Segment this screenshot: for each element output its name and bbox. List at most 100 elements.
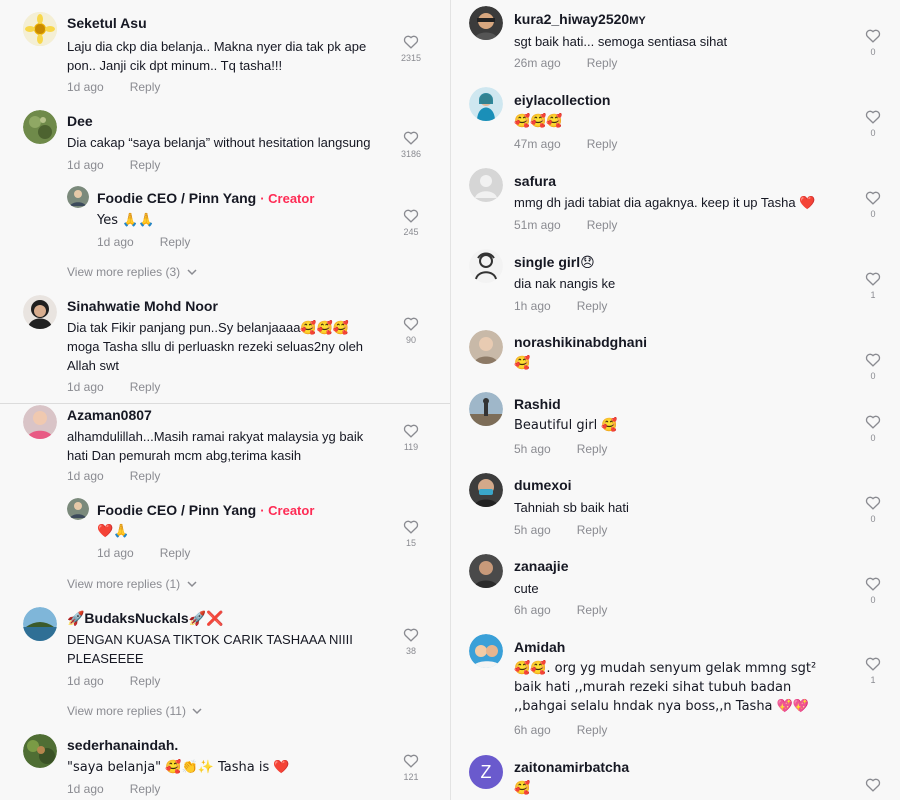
like-button[interactable]: 90 bbox=[401, 316, 421, 345]
like-count: 90 bbox=[405, 335, 416, 345]
comment-text: 🥰🥰🥰 bbox=[514, 114, 563, 129]
like-count: 1 bbox=[870, 290, 876, 300]
comment-meta: 1d ago Reply bbox=[67, 782, 160, 796]
comment-time: 6h ago bbox=[514, 603, 551, 617]
like-button[interactable]: 15 bbox=[401, 519, 421, 548]
reply-button[interactable]: Reply bbox=[587, 56, 618, 70]
reply-button[interactable]: Reply bbox=[130, 80, 161, 94]
username[interactable]: eiylacollection bbox=[514, 92, 610, 108]
heart-outline-icon bbox=[865, 415, 881, 429]
reply-button[interactable]: Reply bbox=[577, 723, 608, 737]
avatar[interactable] bbox=[469, 330, 503, 364]
heart-outline-icon bbox=[403, 754, 419, 768]
avatar[interactable] bbox=[469, 554, 503, 588]
username[interactable]: zanaajie bbox=[514, 558, 568, 574]
chevron-down-icon bbox=[186, 581, 197, 588]
creator-name[interactable]: Foodie CEO / Pinn Yang bbox=[97, 502, 256, 518]
username[interactable]: Amidah bbox=[514, 639, 565, 655]
reply-button[interactable]: Reply bbox=[577, 299, 608, 313]
reply-button[interactable]: Reply bbox=[160, 235, 191, 249]
username[interactable]: kura2_hiway2520MY bbox=[514, 11, 646, 27]
like-button[interactable]: 3186 bbox=[401, 130, 421, 159]
like-button[interactable]: 2315 bbox=[401, 34, 421, 63]
like-button[interactable]: 0 bbox=[863, 190, 883, 219]
avatar[interactable] bbox=[23, 12, 57, 46]
reply-button[interactable]: Reply bbox=[130, 380, 161, 394]
avatar[interactable] bbox=[469, 392, 503, 426]
like-count: 3186 bbox=[401, 149, 422, 159]
creator-avatar[interactable] bbox=[67, 498, 89, 520]
like-button[interactable]: 0 bbox=[863, 352, 883, 381]
reply-button[interactable]: Reply bbox=[130, 469, 161, 483]
comment-time: 1d ago bbox=[67, 782, 104, 796]
username[interactable]: Foodie CEO / Pinn Yang · Creator bbox=[97, 190, 314, 206]
reply-button[interactable]: Reply bbox=[130, 674, 161, 688]
comment-time: 1d ago bbox=[67, 380, 104, 394]
avatar[interactable] bbox=[469, 634, 503, 668]
username[interactable]: sederhanaindah. bbox=[67, 737, 178, 753]
avatar[interactable] bbox=[23, 405, 57, 439]
comment-text: Dia tak Fikir panjang pun..Sy belanjaaaa… bbox=[67, 320, 364, 373]
heart-outline-icon bbox=[403, 520, 419, 534]
like-button[interactable]: 1 bbox=[863, 656, 883, 685]
like-button[interactable]: 1 bbox=[863, 271, 883, 300]
like-button[interactable]: 0 bbox=[863, 109, 883, 138]
username[interactable]: Azaman0807 bbox=[67, 407, 152, 423]
username[interactable]: Sinahwatie Mohd Noor bbox=[67, 298, 218, 314]
like-button[interactable]: 121 bbox=[401, 753, 421, 782]
like-button[interactable]: 0 bbox=[863, 28, 883, 57]
username[interactable]: single girl😞 bbox=[514, 254, 595, 271]
reply-button[interactable]: Reply bbox=[587, 218, 618, 232]
avatar[interactable] bbox=[469, 168, 503, 202]
like-button[interactable]: 38 bbox=[401, 627, 421, 656]
like-button[interactable]: 119 bbox=[401, 423, 421, 452]
avatar[interactable] bbox=[469, 473, 503, 507]
like-button[interactable]: 0 bbox=[863, 495, 883, 524]
username[interactable]: zaitonamirbatcha bbox=[514, 759, 629, 775]
creator-name[interactable]: Foodie CEO / Pinn Yang bbox=[97, 190, 256, 206]
username[interactable]: Seketul Asu bbox=[67, 15, 147, 31]
reply-button[interactable]: Reply bbox=[577, 442, 608, 456]
like-button[interactable]: 245 bbox=[401, 208, 421, 237]
reply-button[interactable]: Reply bbox=[577, 523, 608, 537]
username[interactable]: dumexoi bbox=[514, 477, 572, 493]
like-button[interactable]: 0 bbox=[863, 414, 883, 443]
avatar[interactable] bbox=[23, 295, 57, 329]
comment-meta: 1d ago Reply bbox=[67, 158, 160, 172]
avatar[interactable] bbox=[469, 87, 503, 121]
reply-button[interactable]: Reply bbox=[130, 782, 161, 796]
view-more-replies-button[interactable]: View more replies (1) bbox=[67, 577, 197, 591]
comment-text: Tahniah sb baik hati bbox=[514, 500, 629, 515]
comment-meta: 1d ago Reply bbox=[67, 380, 160, 394]
reply-button[interactable]: Reply bbox=[577, 603, 608, 617]
heart-outline-icon bbox=[865, 657, 881, 671]
username[interactable]: safura bbox=[514, 173, 556, 189]
avatar[interactable] bbox=[23, 110, 57, 144]
heart-outline-icon bbox=[865, 29, 881, 43]
username[interactable]: Foodie CEO / Pinn Yang · Creator bbox=[97, 502, 314, 518]
username[interactable]: 🚀BudaksNuckals🚀❌ bbox=[67, 610, 224, 627]
avatar-initial: Z bbox=[480, 762, 492, 782]
like-count: 0 bbox=[870, 209, 876, 219]
like-button[interactable]: 0 bbox=[863, 576, 883, 605]
reply-button[interactable]: Reply bbox=[130, 158, 161, 172]
avatar[interactable] bbox=[23, 607, 57, 641]
comment-time: 1d ago bbox=[67, 469, 104, 483]
comment-text: Laju dia ckp dia belanja.. Makna nyer di… bbox=[67, 39, 367, 73]
view-more-label: View more replies (3) bbox=[67, 265, 181, 279]
reply-button[interactable]: Reply bbox=[160, 546, 191, 560]
avatar[interactable] bbox=[469, 6, 503, 40]
comment-text: DENGAN KUASA TIKTOK CARIK TASHAAA NIIII … bbox=[67, 632, 353, 666]
username[interactable]: Dee bbox=[67, 113, 93, 129]
like-button[interactable] bbox=[863, 777, 883, 792]
username[interactable]: norashikinabdghani bbox=[514, 334, 647, 350]
username[interactable]: Rashid bbox=[514, 396, 561, 412]
username-text[interactable]: kura2_hiway2520 bbox=[514, 11, 629, 27]
view-more-replies-button[interactable]: View more replies (3) bbox=[67, 265, 197, 279]
reply-button[interactable]: Reply bbox=[587, 137, 618, 151]
view-more-replies-button[interactable]: View more replies (11) bbox=[67, 704, 202, 718]
creator-avatar[interactable] bbox=[67, 186, 89, 208]
avatar[interactable] bbox=[469, 249, 503, 283]
avatar[interactable]: Z bbox=[469, 755, 503, 789]
avatar[interactable] bbox=[23, 734, 57, 768]
